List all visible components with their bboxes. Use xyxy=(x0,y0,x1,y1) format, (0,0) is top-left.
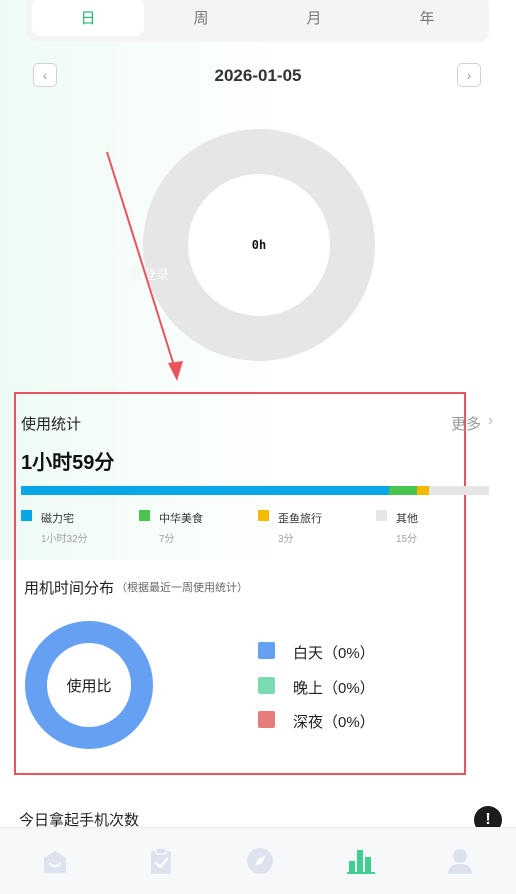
more-link[interactable]: 更多 xyxy=(451,413,481,434)
donut-center-label: 使用比 xyxy=(47,643,131,727)
legend-swatch xyxy=(376,510,387,521)
tab-week[interactable]: 周 xyxy=(145,0,257,36)
legend-app-name: 中华美食 xyxy=(159,513,203,525)
legend-app-duration: 3分 xyxy=(278,534,294,545)
total-usage-time: 1小时59分 xyxy=(21,452,115,474)
profile-icon[interactable] xyxy=(445,846,475,876)
chevron-right-icon: › xyxy=(466,67,472,83)
legend-swatch xyxy=(258,510,269,521)
legend-app-duration: 15分 xyxy=(396,534,418,545)
tab-day[interactable]: 日 xyxy=(32,0,144,36)
legend-app-name: 磁力宅 xyxy=(41,513,74,525)
usage-stacked-bar xyxy=(21,486,489,495)
legend-app-name: 歪鱼旅行 xyxy=(278,513,322,525)
bar-chart-icon[interactable] xyxy=(346,846,376,876)
overview-ring: 0h xyxy=(143,129,375,361)
chevron-right-icon[interactable]: › xyxy=(488,412,493,430)
usage-bar-segment-0 xyxy=(21,486,389,495)
legend-app-duration: 7分 xyxy=(159,534,175,545)
bottom-nav xyxy=(0,827,516,894)
tab-year[interactable]: 年 xyxy=(371,0,483,36)
next-date-button[interactable]: › xyxy=(457,63,481,87)
legend-label: 白天（0%） xyxy=(293,645,375,662)
usage-stats-title: 使用统计 xyxy=(21,416,82,433)
legend-label: 晚上（0%） xyxy=(293,680,375,697)
usage-bar-segment-1 xyxy=(389,486,417,495)
compass-icon[interactable] xyxy=(245,846,275,876)
legend-swatch xyxy=(258,677,275,694)
tab-month[interactable]: 月 xyxy=(258,0,370,36)
clipboard-icon[interactable] xyxy=(146,846,176,876)
legend-swatch xyxy=(21,510,32,521)
not-logged-in-label: 未登录 xyxy=(130,267,170,282)
usage-bar-segment-2 xyxy=(417,486,429,495)
legend-swatch xyxy=(258,642,275,659)
legend-app-name: 其他 xyxy=(396,513,418,525)
legend-app-duration: 1小时32分 xyxy=(41,534,88,545)
legend-swatch xyxy=(258,711,275,728)
time-distribution-note: （根据最近一周使用统计） xyxy=(116,582,248,594)
ring-center-value: 0h xyxy=(188,174,330,316)
current-date: 2026-01-05 xyxy=(214,66,302,85)
usage-bar-segment-3 xyxy=(428,486,489,495)
legend-label: 深夜（0%） xyxy=(293,714,375,731)
period-tabs: 日 周 月 年 xyxy=(27,0,489,42)
legend-swatch xyxy=(139,510,150,521)
time-distribution-title: 用机时间分布 xyxy=(24,580,115,597)
usage-ratio-donut: 使用比 xyxy=(25,621,153,749)
home-icon[interactable] xyxy=(40,846,70,876)
